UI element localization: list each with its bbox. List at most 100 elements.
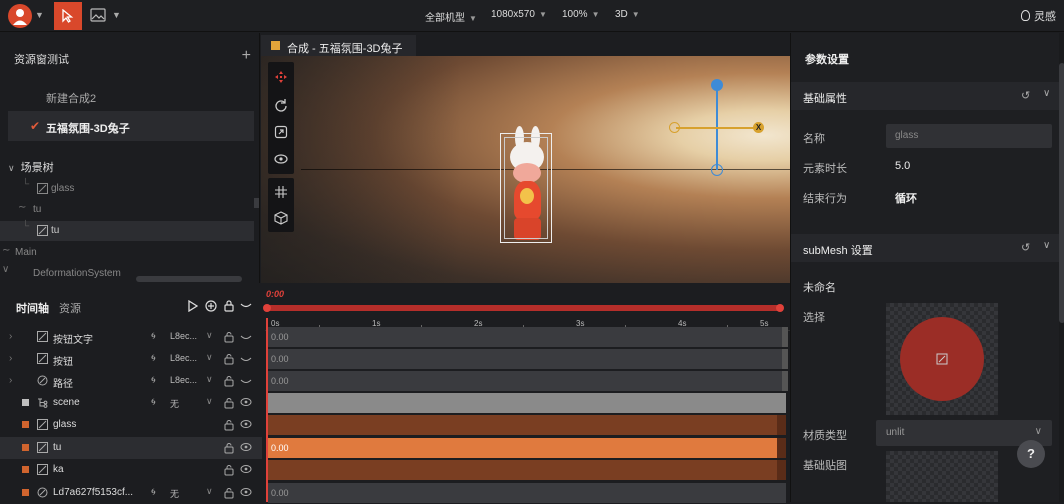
play-icon[interactable] [188,300,198,312]
eye-icon[interactable] [240,442,252,452]
track-bar[interactable]: 0.00 [268,327,782,347]
grid-icon[interactable] [274,185,288,199]
cube-icon[interactable] [274,211,288,225]
reset-icon[interactable]: ↺ [1021,89,1030,102]
track-end-behavior[interactable]: L8ec... [170,375,197,385]
timeline-track-row[interactable]: tu 0.00 [0,437,790,459]
scene-tree-header[interactable]: ∨ 场景树 [8,159,54,175]
zoom-dropdown[interactable]: 100% ▼ [562,9,600,20]
tree-node[interactable]: ∼ Main [0,243,254,263]
select-tool-button[interactable] [54,2,82,30]
composition-tab[interactable]: 合成 - 五福氛围-3D兔子 [261,35,416,56]
eye-icon[interactable] [240,487,252,497]
tree-node[interactable]: ∼ tu [0,200,254,220]
end-behavior-select[interactable]: 循环 [895,190,917,206]
track-bar[interactable]: 0.00 [268,483,777,503]
lock-icon[interactable] [224,464,234,476]
basic-properties-section[interactable]: 基础属性 ↺ ∨ [791,82,1059,110]
range-start-handle[interactable] [263,304,271,312]
chevron-right-icon[interactable]: › [9,331,12,342]
track-bar[interactable]: 0.00 [268,349,782,369]
scale-icon[interactable] [274,125,288,139]
unnamed-submesh[interactable]: 未命名 [803,279,836,295]
horizontal-scrollbar[interactable] [136,276,242,282]
tab-timeline[interactable]: 时间轴 [16,300,49,316]
chevron-down-icon[interactable]: ∨ [206,396,213,407]
timeline-track-row[interactable]: glass [0,414,790,436]
rotate-icon[interactable] [274,98,288,112]
track-end-behavior[interactable]: L8ec... [170,331,197,341]
lock-icon[interactable] [224,442,234,454]
chevron-down-icon[interactable]: ∨ [1043,240,1050,251]
chevron-down-icon[interactable]: ∨ [1043,88,1050,99]
track-end-behavior[interactable]: 无 [170,487,179,500]
duration-field[interactable]: 5.0 [895,160,910,172]
eye-closed-icon[interactable] [240,302,252,310]
eye-closed-icon[interactable] [240,378,252,386]
chevron-down-icon[interactable]: ∨ [206,486,213,497]
vertical-scrollbar[interactable] [1059,33,1064,502]
gizmo-center-handle[interactable] [711,164,723,176]
composition-item-active[interactable]: ✔ 五福氛围-3D兔子 [8,111,254,141]
track-bar[interactable] [268,415,777,435]
vertical-scrollbar[interactable] [254,198,259,208]
chevron-right-icon[interactable]: › [9,375,12,386]
resolution-dropdown[interactable]: 1080x570 ▼ [491,9,547,20]
track-end-behavior[interactable]: L8ec... [170,353,197,363]
gizmo-y-handle[interactable] [711,79,723,91]
composition-item[interactable]: 新建合成2 [46,90,96,106]
chevron-right-icon[interactable]: › [9,353,12,364]
timeline-track-row[interactable]: scene 🌀︎ 无 ∨ [0,392,790,414]
eye-icon[interactable] [240,464,252,474]
timeline-track-row[interactable]: Ld7a627f5153cf... 🌀︎ 无 ∨ 0.00 [0,482,790,504]
lock-icon[interactable] [224,397,234,409]
lock-icon[interactable] [224,331,234,343]
tab-assets[interactable]: 资源 [59,300,81,316]
track-bar[interactable] [268,393,777,413]
mode-dropdown[interactable]: 3D ▼ [615,9,640,20]
help-button[interactable]: ? [1017,440,1045,468]
track-bar[interactable]: 0.00 [268,371,782,391]
submesh-section[interactable]: subMesh 设置 ↺ ∨ [791,234,1059,262]
range-end-handle[interactable] [776,304,784,312]
canvas-viewport[interactable]: X [261,56,790,283]
gizmo-x-axis[interactable] [676,127,761,129]
eye-closed-icon[interactable] [240,334,252,342]
lock-icon[interactable] [224,375,234,387]
chevron-down-icon[interactable]: ∨ [206,374,213,385]
track-bar[interactable] [268,460,777,480]
move-icon[interactable] [274,70,288,84]
base-map-preview[interactable] [886,451,998,502]
chevron-down-icon[interactable]: ∨ [206,330,213,341]
timeline-track-row[interactable]: ka [0,459,790,481]
track-bar[interactable]: 0.00 [268,438,777,458]
add-circle-icon[interactable] [205,300,217,312]
inspiration-button[interactable]: 灵感 [1021,8,1056,24]
device-dropdown[interactable]: 全部机型 ▼ [425,9,477,24]
tree-node[interactable]: └ glass [0,179,254,199]
lock-icon[interactable] [224,299,234,312]
add-icon[interactable]: + [242,47,251,65]
chevron-down-icon[interactable]: ∨ [206,352,213,363]
eye-closed-icon[interactable] [240,356,252,364]
name-field[interactable]: glass [886,124,1052,148]
track-end-behavior[interactable]: 无 [170,397,179,410]
gizmo-x-handle[interactable]: X [753,122,764,133]
eye-icon[interactable] [240,397,252,407]
lock-icon[interactable] [224,487,234,499]
eye-icon[interactable] [274,152,288,166]
app-logo-icon[interactable] [8,4,32,28]
playhead[interactable] [266,318,268,502]
submesh-preview[interactable] [886,303,998,415]
chevron-down-icon[interactable]: ▼ [112,10,121,20]
eye-icon[interactable] [240,419,252,429]
lock-icon[interactable] [224,353,234,365]
timeline-track-row[interactable]: › 路径 🌀︎ L8ec... ∨ 0.00 [0,370,790,392]
gizmo-x-handle-start[interactable] [669,122,680,133]
lock-icon[interactable] [224,419,234,431]
tree-node-selected[interactable]: └ tu [0,221,254,241]
timeline-track-row[interactable]: › 按钮文字 🌀︎ L8ec... ∨ 0.00 [0,326,790,348]
image-tool-button[interactable] [90,8,106,25]
time-range-scrubber[interactable] [263,304,784,312]
reset-icon[interactable]: ↺ [1021,241,1030,254]
